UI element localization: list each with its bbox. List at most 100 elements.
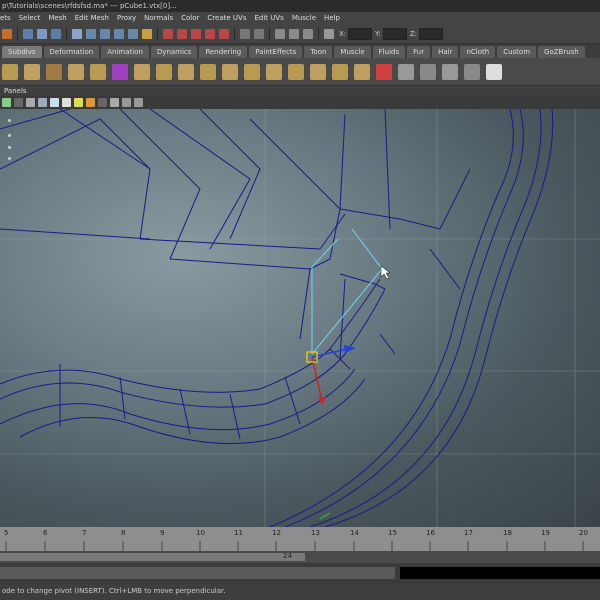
menu-mesh[interactable]: Mesh	[48, 14, 66, 22]
tab-fur[interactable]: Fur	[407, 46, 431, 58]
render-settings-icon[interactable]	[303, 28, 313, 39]
checker-icon[interactable]	[486, 63, 502, 80]
split-icon[interactable]	[310, 63, 326, 80]
isolate-select-icon[interactable]	[110, 98, 119, 107]
menu-edit-mesh[interactable]: Edit Mesh	[75, 14, 109, 22]
move-manipulator[interactable]	[306, 345, 356, 405]
command-input[interactable]	[0, 567, 395, 579]
tab-ncloth[interactable]: nCloth	[460, 46, 496, 58]
menu-edit-uvs[interactable]: Edit UVs	[254, 14, 283, 22]
wrap-icon[interactable]	[46, 63, 62, 80]
menu-muscle[interactable]: Muscle	[292, 14, 316, 22]
select-handle-icon[interactable]	[128, 28, 138, 39]
purple-cube-icon[interactable]	[112, 63, 128, 80]
magnet-icon[interactable]	[2, 28, 12, 39]
wireframe-icon[interactable]	[26, 98, 35, 107]
light-icon[interactable]	[74, 98, 83, 107]
select-edge-icon[interactable]	[86, 28, 96, 39]
checker-icon[interactable]	[398, 63, 414, 80]
select-uv-icon[interactable]	[114, 28, 124, 39]
lock-icon[interactable]	[142, 28, 152, 39]
viewport-3d[interactable]	[0, 109, 600, 527]
tick-label: 14	[350, 529, 359, 537]
range-slider[interactable]	[0, 553, 305, 561]
xray-icon[interactable]	[122, 98, 131, 107]
separator	[98, 98, 107, 107]
z-field[interactable]	[419, 27, 444, 40]
menu-edit[interactable]: ets	[0, 14, 11, 22]
tab-muscle[interactable]: Muscle	[334, 46, 371, 58]
xray-joints-icon[interactable]	[134, 98, 143, 107]
mouse-cursor	[380, 265, 391, 280]
menu-create-uvs[interactable]: Create UVs	[207, 14, 246, 22]
checker-icon[interactable]	[420, 63, 436, 80]
separator	[157, 26, 158, 41]
wedge-icon[interactable]	[200, 63, 216, 80]
x-field-label: X:	[339, 29, 347, 38]
menu-color[interactable]: Color	[181, 14, 199, 22]
snap-grid-icon[interactable]	[163, 28, 173, 39]
bevel-icon[interactable]	[156, 63, 172, 80]
y-field-label: Y:	[375, 29, 381, 38]
render-icon[interactable]	[275, 28, 285, 39]
snap-view-plane-icon[interactable]	[205, 28, 215, 39]
separator	[17, 26, 18, 41]
combine-icon[interactable]	[68, 63, 84, 80]
select-hierarchy-icon[interactable]	[23, 28, 33, 39]
help-line: ode to change pivot (INSERT). Ctrl+LMB t…	[0, 583, 600, 600]
select-component-icon[interactable]	[51, 28, 61, 39]
select-vertex-icon[interactable]	[72, 28, 82, 39]
menu-proxy[interactable]: Proxy	[117, 14, 136, 22]
offset-loop-icon[interactable]	[354, 63, 370, 80]
ipr-render-icon[interactable]	[289, 28, 299, 39]
snap-point-icon[interactable]	[191, 28, 201, 39]
tab-custom[interactable]: Custom	[497, 46, 537, 58]
panels-menu[interactable]: Panels	[4, 87, 27, 95]
tab-dynamics[interactable]: Dynamics	[150, 46, 198, 58]
checker-icon[interactable]	[442, 63, 458, 80]
y-field[interactable]	[382, 27, 407, 40]
snap-curve-icon[interactable]	[177, 28, 187, 39]
slide-edge-icon[interactable]	[376, 63, 392, 80]
make-live-icon[interactable]	[219, 28, 229, 39]
select-face-icon[interactable]	[100, 28, 110, 39]
manip-y-axis[interactable]	[311, 356, 323, 402]
checker-icon[interactable]	[464, 63, 480, 80]
tick-label: 8	[121, 529, 126, 537]
cube-mesh-icon[interactable]	[24, 63, 40, 80]
tab-toon[interactable]: Toon	[304, 46, 333, 58]
tab-fluids[interactable]: Fluids	[372, 46, 406, 58]
plane-icon[interactable]	[134, 63, 150, 80]
extrude-face-icon[interactable]	[222, 63, 238, 80]
shadow-icon[interactable]	[86, 98, 95, 107]
time-slider[interactable]: 5 6 7 8 9 10 11 12 13 14 15 16 17 18 19 …	[0, 527, 600, 551]
tick-label: 6	[43, 529, 48, 537]
select-object-icon[interactable]	[37, 28, 47, 39]
history-icon[interactable]	[240, 28, 250, 39]
append-icon[interactable]	[288, 63, 304, 80]
transform-mode-icon[interactable]	[324, 28, 334, 39]
poke-icon[interactable]	[178, 63, 194, 80]
menu-select[interactable]: Select	[19, 14, 41, 22]
input-ops-icon[interactable]	[254, 28, 264, 39]
tab-gozbrush[interactable]: GoZBrush	[538, 46, 585, 58]
texture-icon[interactable]	[62, 98, 71, 107]
x-field[interactable]	[348, 27, 373, 40]
tab-animation[interactable]: Animation	[101, 46, 149, 58]
insert-loop-icon[interactable]	[332, 63, 348, 80]
smooth-icon[interactable]	[2, 63, 18, 80]
extract-icon[interactable]	[90, 63, 106, 80]
smooth-shade-icon[interactable]	[38, 98, 47, 107]
merge-icon[interactable]	[244, 63, 260, 80]
tab-rendering[interactable]: Rendering	[199, 46, 248, 58]
camera-icon[interactable]	[2, 98, 11, 107]
bridge-icon[interactable]	[266, 63, 282, 80]
tab-hair[interactable]: Hair	[432, 46, 459, 58]
menu-normals[interactable]: Normals	[144, 14, 173, 22]
wire-on-shaded-icon[interactable]	[50, 98, 59, 107]
menu-help[interactable]: Help	[324, 14, 340, 22]
tab-painteffects[interactable]: PaintEffects	[249, 46, 303, 58]
tab-deformation[interactable]: Deformation	[43, 46, 100, 58]
status-line: X: Y: Z:	[0, 24, 600, 44]
tab-subdivs[interactable]: Subdivs	[2, 46, 42, 58]
